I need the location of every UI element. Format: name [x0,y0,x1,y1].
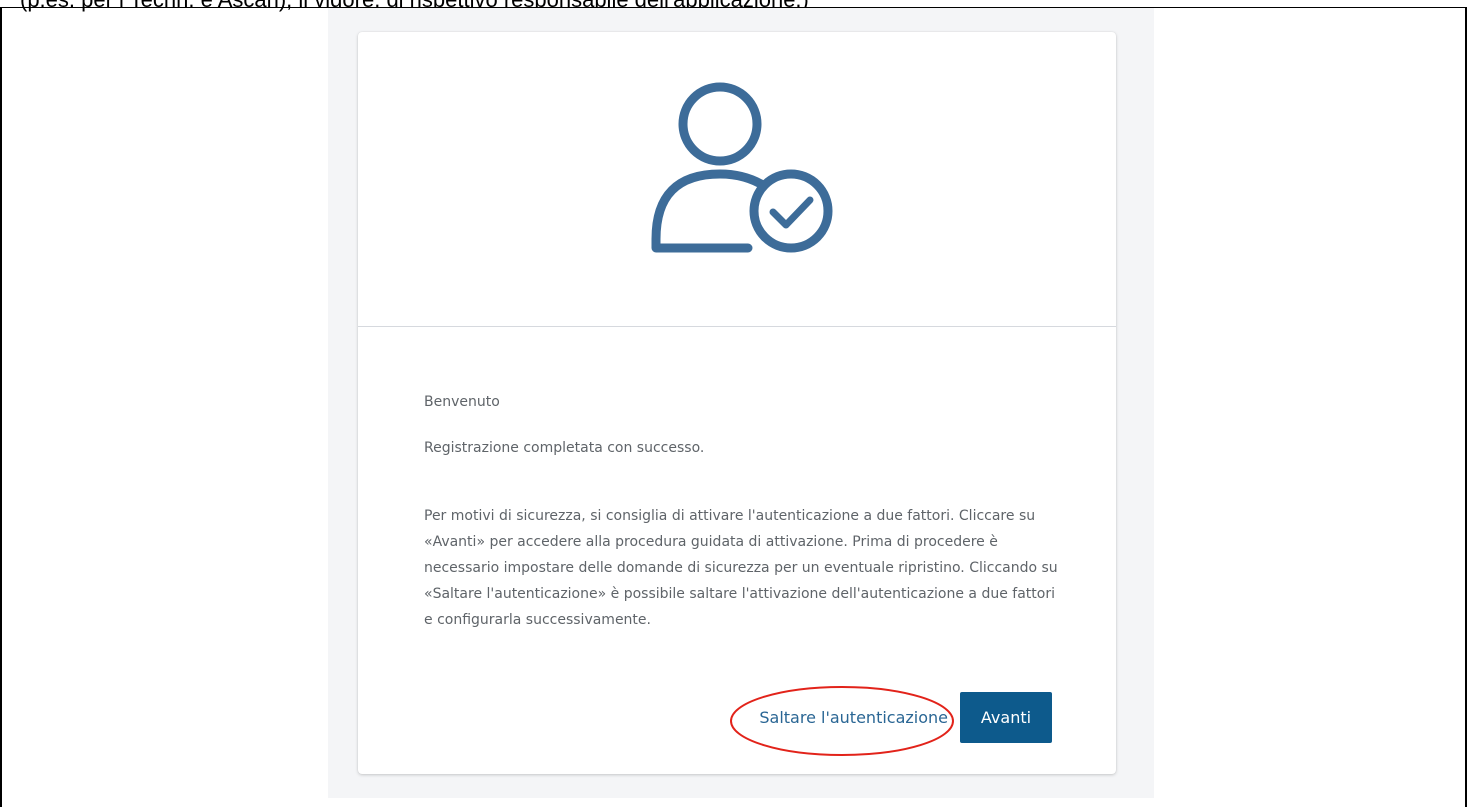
card-header [358,32,1116,326]
success-message: Registrazione completata con successo. [424,440,705,456]
card-actions: Saltare l'autenticazione Avanti [759,692,1052,743]
greeting-text: Benvenuto [424,394,500,410]
next-button[interactable]: Avanti [960,692,1052,743]
card-divider [358,326,1116,327]
skip-authentication-link[interactable]: Saltare l'autenticazione [759,708,948,727]
welcome-card: Benvenuto Registrazione completata con s… [358,32,1116,774]
card-body: Benvenuto Registrazione completata con s… [424,392,1064,633]
info-paragraph: Per motivi di sicurezza, si consiglia di… [424,508,1058,628]
user-check-icon [651,82,833,253]
